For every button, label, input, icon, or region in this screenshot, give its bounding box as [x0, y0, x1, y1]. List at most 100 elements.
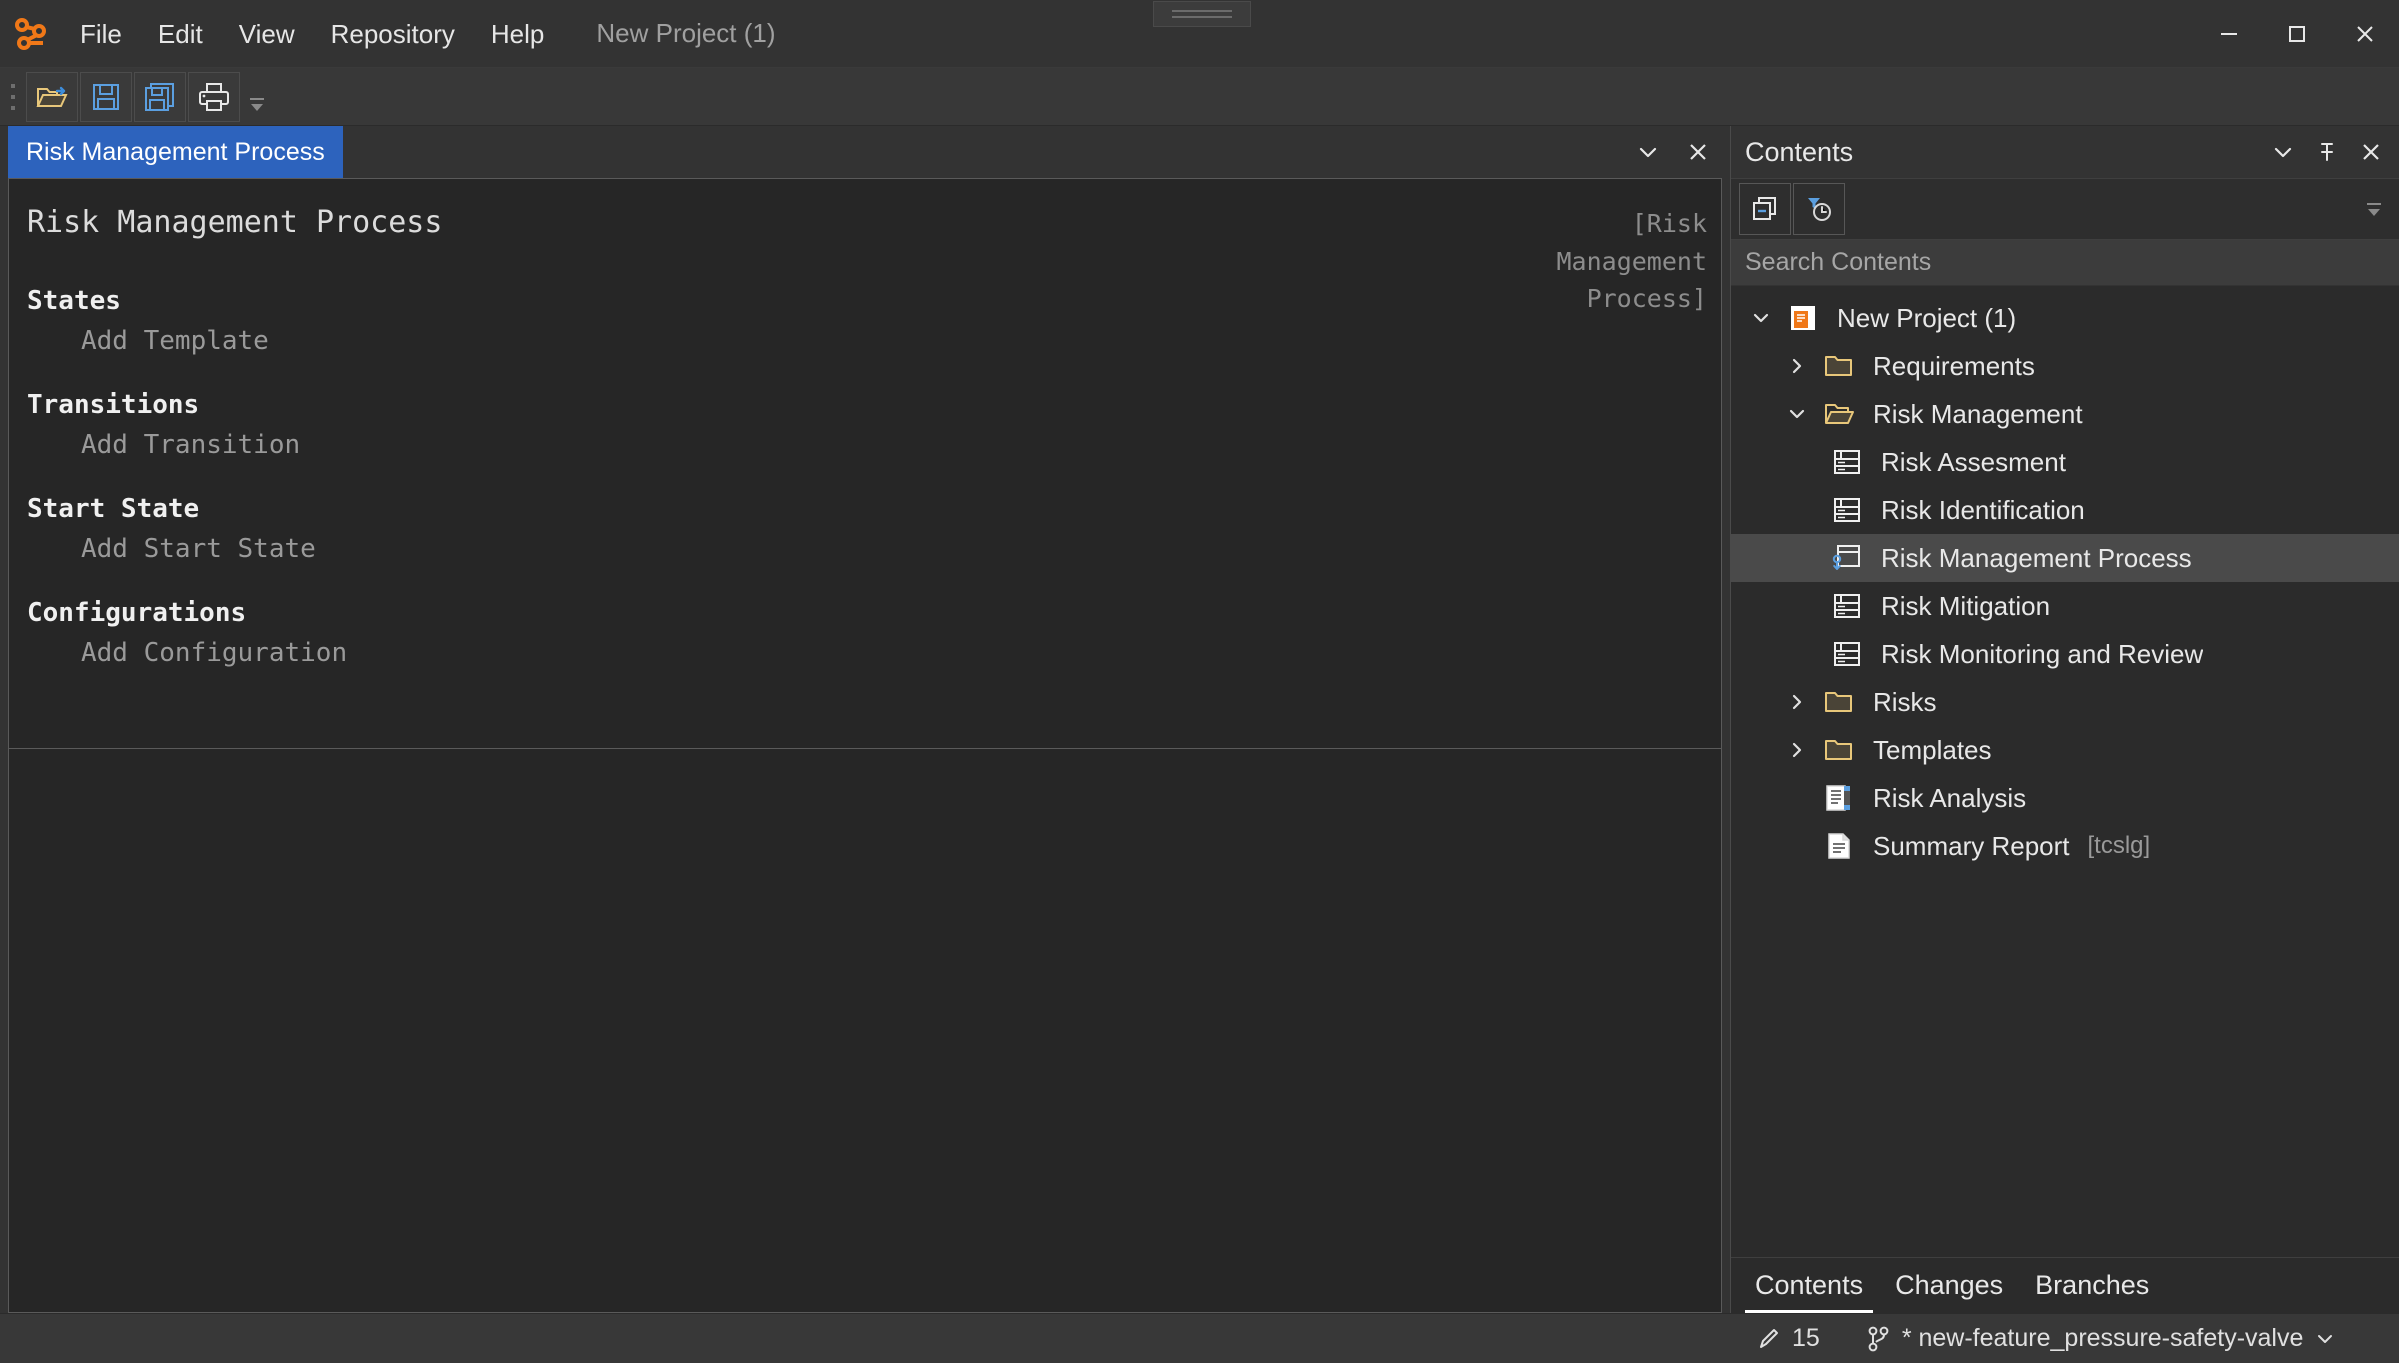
tree-item-label: Risk Identification — [1881, 494, 2085, 525]
tree-item-new-project[interactable]: New Project (1) — [1731, 294, 2399, 342]
add-transition-link[interactable]: Add Transition — [27, 430, 1721, 460]
tree-item-risks[interactable]: Risks — [1731, 678, 2399, 726]
table-doc-icon — [1827, 641, 1867, 667]
tree-item-requirements[interactable]: Requirements — [1731, 342, 2399, 390]
tree-item-risk-monitoring-and-review[interactable]: Risk Monitoring and Review — [1731, 630, 2399, 678]
status-bar: 15 * new-feature_pressure-safety-valve — [0, 1313, 2399, 1363]
toolbar-overflow-icon[interactable] — [242, 72, 272, 122]
contents-panel-title: Contents — [1745, 136, 1854, 167]
close-icon[interactable] — [2331, 0, 2399, 68]
tree-item-risk-mitigation[interactable]: Risk Mitigation — [1731, 582, 2399, 630]
section-heading: Transitions — [27, 390, 200, 420]
editor-tab-bar: Risk Management Process — [0, 126, 1730, 178]
tab-changes[interactable]: Changes — [1879, 1258, 2019, 1313]
contents-chevron-down-icon[interactable] — [2261, 130, 2305, 174]
pencil-icon — [1756, 1326, 1782, 1352]
tab-branches[interactable]: Branches — [2019, 1258, 2165, 1313]
tree-item-label: Risk Management — [1873, 398, 2083, 429]
tree-item-label: Requirements — [1873, 350, 2035, 381]
chevron-down-icon[interactable] — [1775, 402, 1819, 426]
window-controls — [2195, 0, 2399, 68]
folder-closed-icon — [1819, 689, 1859, 715]
app-logo-icon — [0, 17, 62, 51]
maximize-icon[interactable] — [2263, 0, 2331, 68]
menu-item-help[interactable]: Help — [473, 0, 562, 68]
editor-tab-controls — [1626, 126, 1730, 178]
title-bar: File Edit View Repository Help New Proje… — [0, 0, 2399, 68]
tree-item-label: Risk Mitigation — [1881, 590, 2051, 621]
save-icon[interactable] — [80, 71, 132, 122]
menu-item-view[interactable]: View — [221, 0, 313, 68]
add-start-state-link[interactable]: Add Start State — [27, 534, 1721, 564]
add-template-link[interactable]: Add Template — [27, 326, 1721, 356]
status-bar-left-filler — [0, 1314, 1730, 1363]
tree-item-label: Risk Analysis — [1873, 782, 2027, 813]
menu-item-edit[interactable]: Edit — [140, 0, 221, 68]
chevron-right-icon[interactable] — [1775, 354, 1819, 378]
editor-document-view[interactable]: Risk Management Process States Add Templ… — [9, 179, 1721, 749]
table-doc-icon — [1827, 449, 1867, 475]
tree-item-risk-identification[interactable]: Risk Identification — [1731, 486, 2399, 534]
branch-icon — [1866, 1325, 1892, 1353]
add-configuration-link[interactable]: Add Configuration — [27, 638, 1721, 668]
collapse-all-icon[interactable] — [1739, 183, 1791, 235]
editor-tab-risk-management-process[interactable]: Risk Management Process — [8, 126, 343, 178]
tree-item-label: Risk Monitoring and Review — [1881, 638, 2204, 669]
chevron-down-icon[interactable] — [1739, 306, 1783, 330]
minimize-icon[interactable] — [2195, 0, 2263, 68]
main-toolbar — [0, 68, 2399, 126]
window-drag-handle[interactable] — [1153, 1, 1251, 27]
save-as-icon[interactable] — [134, 71, 186, 122]
tree-item-risk-assesment[interactable]: Risk Assesment — [1731, 438, 2399, 486]
contents-close-icon[interactable] — [2349, 130, 2393, 174]
tree-item-label: Risk Management Process — [1881, 542, 2192, 573]
editor-tab-list-chevron-down-icon[interactable] — [1626, 130, 1670, 174]
tree-item-risk-analysis[interactable]: Risk Analysis — [1731, 774, 2399, 822]
document-reference-tag: [Risk Management Process] — [1556, 209, 1707, 313]
menu-item-file[interactable]: File — [62, 0, 140, 68]
main-body: Risk Management Process Risk Management … — [0, 126, 2399, 1313]
analysis-doc-icon — [1819, 784, 1859, 812]
application-window: File Edit View Repository Help New Proje… — [0, 0, 2399, 1363]
branch-selector[interactable]: * new-feature_pressure-safety-valve — [1854, 1324, 2350, 1353]
tree-item-label: Templates — [1873, 734, 1992, 765]
editor-lower-blank-area[interactable] — [9, 749, 1721, 1312]
print-icon[interactable] — [188, 71, 240, 122]
window-project-title: New Project (1) — [596, 18, 776, 48]
menu-item-repository[interactable]: Repository — [313, 0, 473, 68]
folder-closed-icon — [1819, 737, 1859, 763]
tree-item-label: Risk Assesment — [1881, 446, 2066, 477]
contents-bottom-tabs: Contents Changes Branches — [1731, 1257, 2399, 1313]
contents-panel-header: Contents — [1731, 126, 2399, 178]
toolbar-grip[interactable] — [0, 68, 26, 125]
tree-item-label: Summary Report — [1873, 830, 2070, 861]
section-heading: Configurations — [27, 598, 247, 628]
pending-edits-indicator[interactable]: 15 — [1744, 1324, 1832, 1353]
tree-item-suffix: [tcslg] — [2087, 832, 2151, 859]
history-filter-icon[interactable] — [1793, 183, 1845, 235]
panel-overflow-icon[interactable] — [2359, 198, 2399, 220]
tree-item-summary-report[interactable]: Summary Report [tcslg] — [1731, 822, 2399, 870]
tree-item-risk-management[interactable]: Risk Management — [1731, 390, 2399, 438]
chevron-right-icon[interactable] — [1775, 690, 1819, 714]
tree-item-templates[interactable]: Templates — [1731, 726, 2399, 774]
contents-panel-toolbar — [1731, 178, 2399, 240]
chevron-down-icon[interactable] — [2313, 1327, 2337, 1351]
editor-section-start-state: Start State Add Start State — [27, 494, 1721, 564]
search-input[interactable] — [1745, 248, 2385, 277]
editor-close-icon[interactable] — [1676, 130, 1720, 174]
table-doc-icon — [1827, 593, 1867, 619]
contents-pin-icon[interactable] — [2305, 130, 2349, 174]
tree-item-risk-management-process[interactable]: Risk Management Process — [1731, 534, 2399, 582]
tab-contents[interactable]: Contents — [1739, 1258, 1879, 1313]
section-heading: Start State — [27, 494, 200, 524]
document-title: Risk Management Process — [27, 205, 443, 240]
report-doc-icon — [1819, 832, 1859, 860]
editor-section-configurations: Configurations Add Configuration — [27, 598, 1721, 668]
status-bar-right: 15 * new-feature_pressure-safety-valve — [1730, 1324, 2399, 1353]
chevron-right-icon[interactable] — [1775, 738, 1819, 762]
open-folder-icon[interactable] — [26, 71, 78, 122]
tree-item-label: New Project (1) — [1837, 302, 2017, 333]
branch-name: * new-feature_pressure-safety-valve — [1901, 1324, 2304, 1352]
search-contents-field[interactable] — [1731, 240, 2399, 286]
